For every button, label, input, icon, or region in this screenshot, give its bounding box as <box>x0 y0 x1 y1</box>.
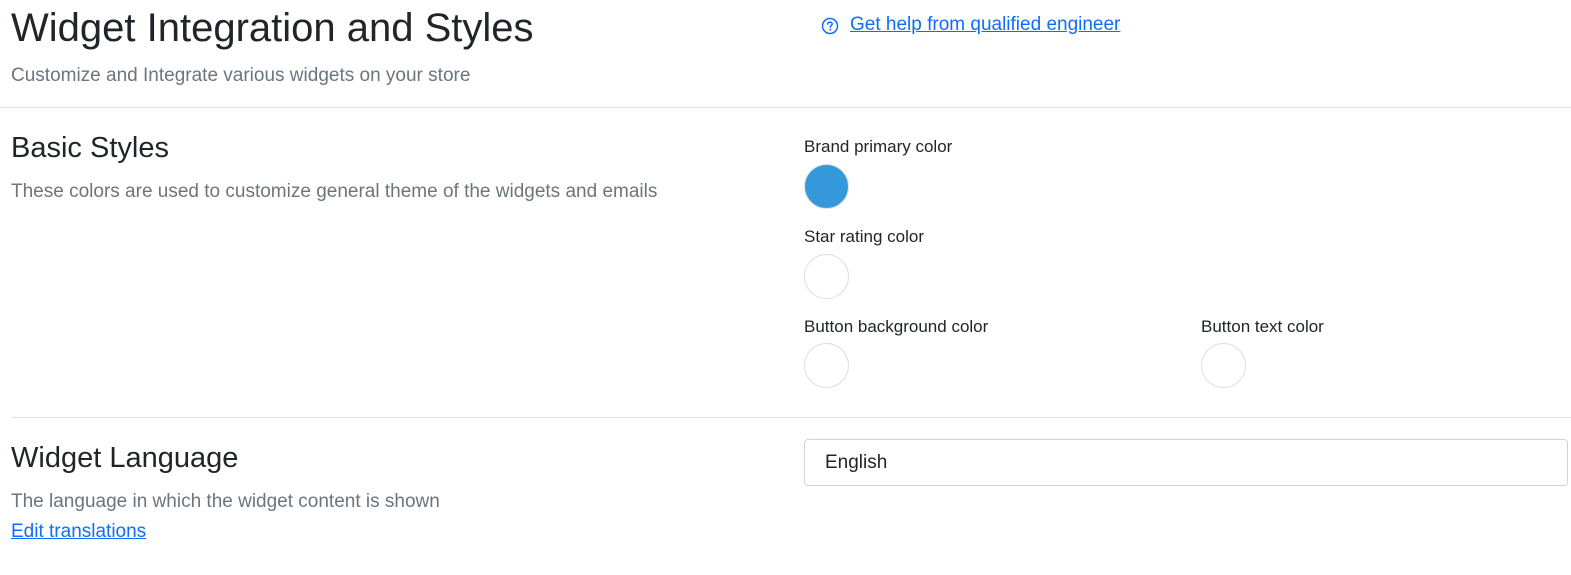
question-circle-icon <box>820 16 840 36</box>
help-link[interactable]: Get help from qualified engineer <box>850 13 1120 37</box>
button-text-color-swatch[interactable] <box>1201 343 1246 388</box>
star-rating-color-label: Star rating color <box>804 227 924 246</box>
button-background-color-swatch[interactable] <box>804 343 849 388</box>
help-link-group[interactable]: Get help from qualified engineer <box>820 13 1120 37</box>
page-title: Widget Integration and Styles <box>11 6 534 50</box>
brand-primary-color-label: Brand primary color <box>804 137 953 156</box>
basic-styles-title: Basic Styles <box>11 132 169 164</box>
button-text-color-label: Button text color <box>1201 317 1324 336</box>
edit-translations-link[interactable]: Edit translations <box>11 520 146 544</box>
widget-language-description: The language in which the widget content… <box>11 491 440 512</box>
button-background-color-label: Button background color <box>804 317 989 336</box>
section-divider <box>11 417 1571 418</box>
brand-primary-color-swatch[interactable] <box>804 164 849 209</box>
language-select-value: English <box>825 451 888 473</box>
star-rating-color-swatch[interactable] <box>804 254 849 299</box>
basic-styles-description: These colors are used to customize gener… <box>11 181 658 202</box>
widget-language-title: Widget Language <box>11 442 239 474</box>
page-subtitle: Customize and Integrate various widgets … <box>11 65 471 86</box>
language-select[interactable]: English <box>804 439 1568 486</box>
widget-settings-page: Widget Integration and Styles Customize … <box>0 0 1571 575</box>
header-divider <box>0 107 1571 108</box>
